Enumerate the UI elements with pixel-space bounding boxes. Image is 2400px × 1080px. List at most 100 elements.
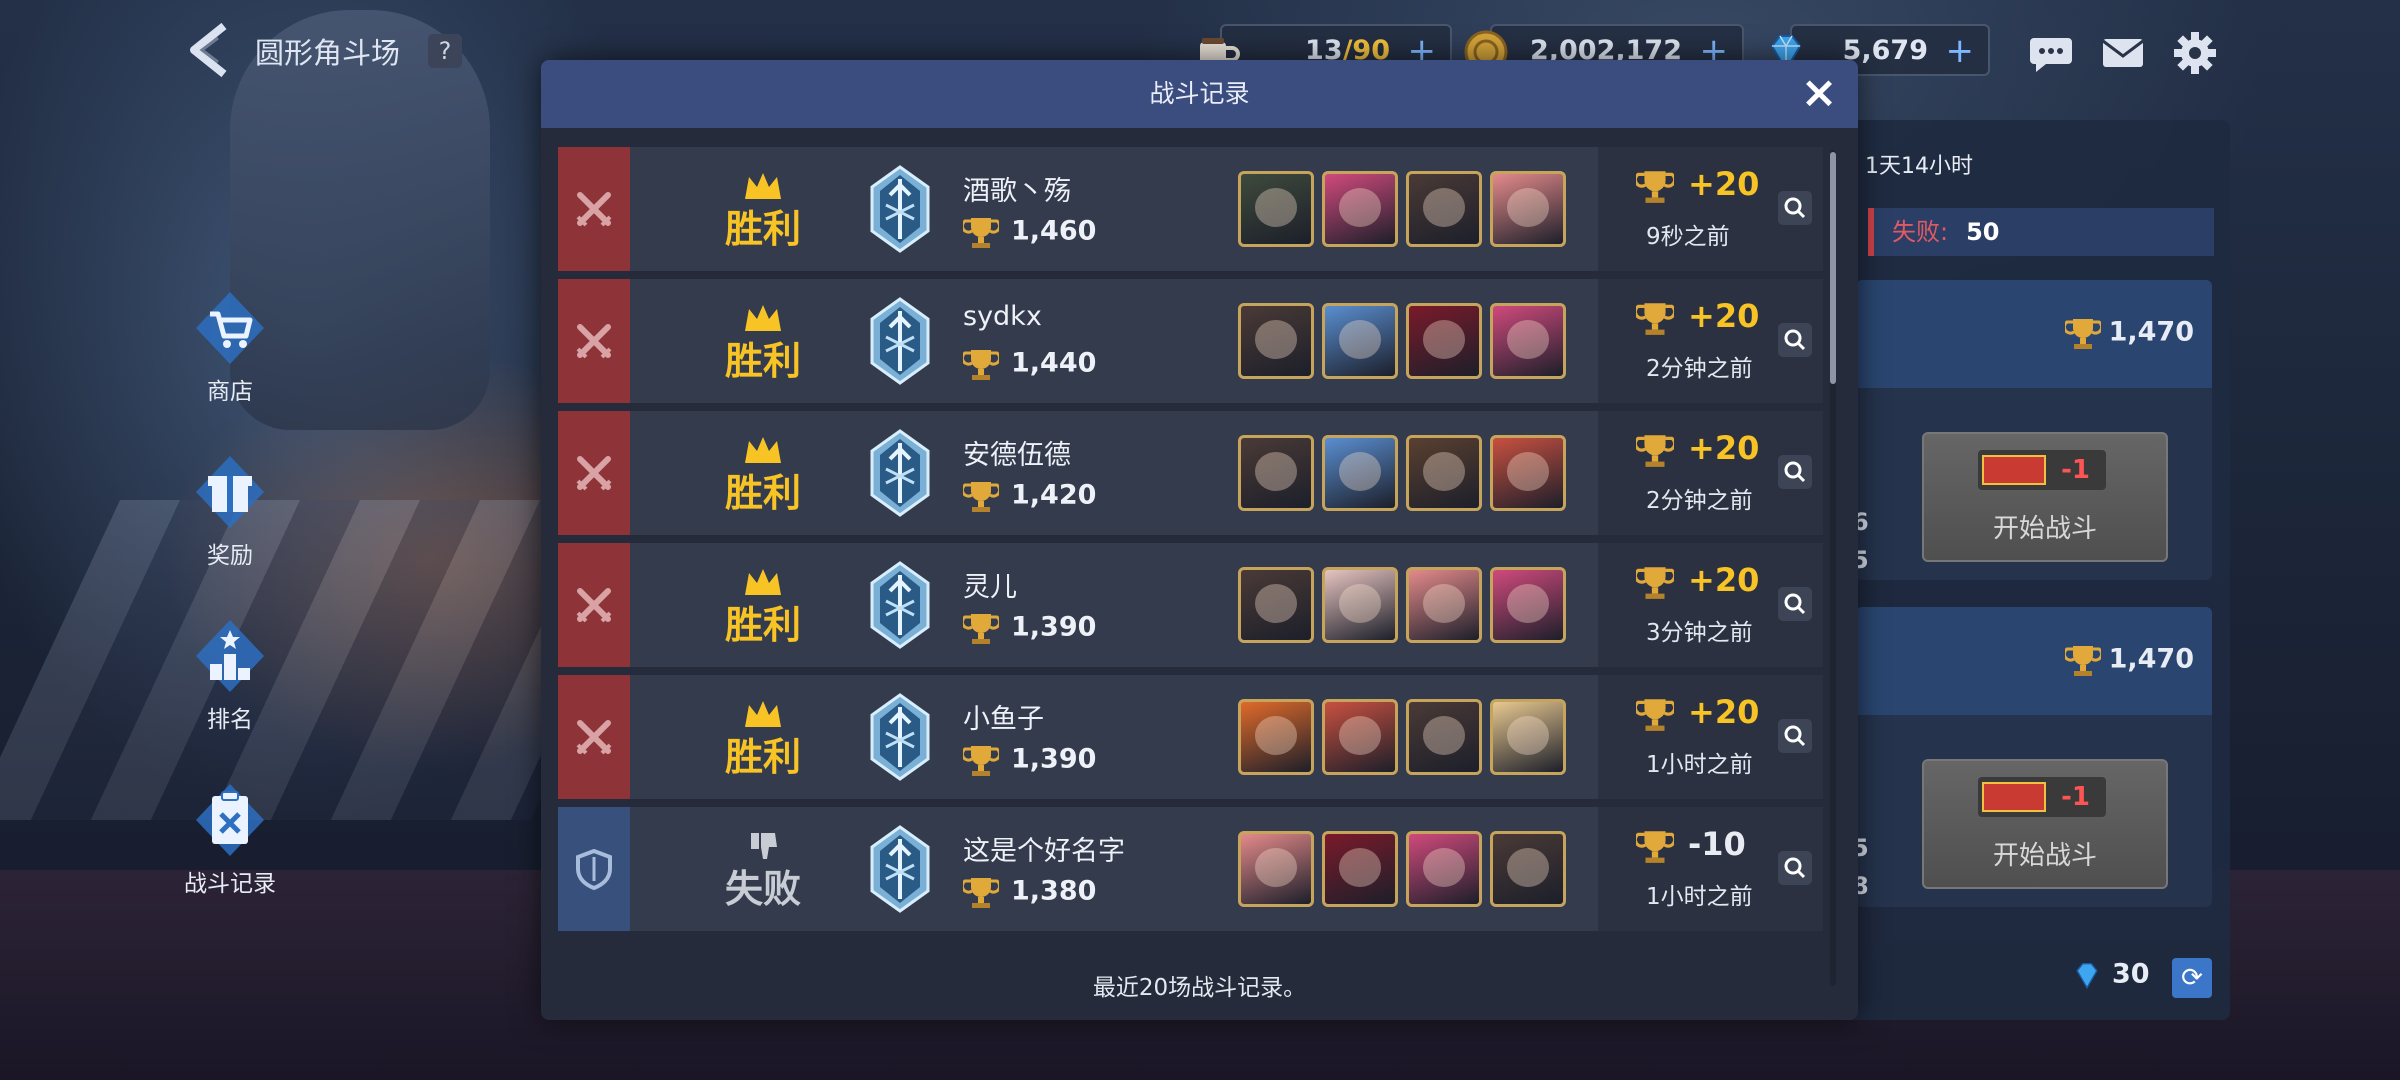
crown-icon	[745, 437, 781, 463]
start-battle-label: 开始战斗	[1992, 514, 2097, 544]
battle-time: 1小时之前	[1646, 884, 1753, 910]
add-gems-button[interactable]: +	[1946, 26, 1975, 76]
crown-icon	[745, 305, 781, 331]
opponent-trophy-score: 1,440	[960, 347, 1097, 381]
score-change-cell: +20 1小时之前	[1598, 675, 1823, 799]
magnifier-icon	[1784, 593, 1806, 615]
ticket-cost: -1	[1978, 450, 2106, 490]
start-battle-button[interactable]: -1 开始战斗	[1922, 759, 2168, 889]
view-details-button[interactable]	[1778, 455, 1812, 489]
battle-record-row: 胜利 sydkx 1,440 +20 2分钟之前	[558, 279, 1823, 403]
refresh-icon: ⟳	[2181, 963, 2203, 993]
crossed-swords-icon	[576, 324, 612, 359]
battle-time: 9秒之前	[1646, 224, 1730, 250]
rank-badge-icon	[870, 429, 930, 517]
hero-portrait	[1322, 435, 1398, 511]
magnifier-icon	[1784, 197, 1806, 219]
trophy-icon	[960, 482, 1002, 512]
battle-record-row: 胜利 安德伍德 1,420 +20 2分钟之前	[558, 411, 1823, 535]
hero-portrait	[1238, 831, 1314, 907]
view-details-button[interactable]	[1778, 323, 1812, 357]
outcome-strip	[558, 147, 630, 271]
rank-badge-icon	[870, 693, 930, 781]
rank-badge-icon	[870, 165, 930, 253]
trophy-change: +20	[1633, 561, 1759, 600]
help-button[interactable]: ?	[428, 34, 462, 68]
trophy-icon	[2062, 646, 2103, 676]
opponent-trophy-score: 1,420	[960, 479, 1096, 513]
nav-rewards[interactable]: 奖励	[170, 452, 290, 570]
battle-record-row: 胜利 酒歌丶殇 1,460 +20 9秒之前	[558, 147, 1823, 271]
opponent-score-value: 1,470	[2108, 316, 2194, 348]
mail-icon[interactable]	[2100, 30, 2146, 76]
battle-result: 胜利	[673, 169, 853, 251]
nav-shop[interactable]: 商店	[170, 288, 290, 406]
trophy-icon	[960, 218, 1002, 248]
opponent-score-value: 1,390	[1011, 611, 1097, 643]
hero-portrait	[1490, 171, 1566, 247]
trophy-change-value: +20	[1688, 297, 1760, 335]
view-details-button[interactable]	[1778, 587, 1812, 621]
nav-ranking[interactable]: 排名	[170, 616, 290, 734]
cart-icon	[190, 288, 270, 368]
page-title: 圆形角斗场	[255, 36, 401, 70]
nav-shop-label: 商店	[207, 379, 253, 405]
opponent-score-value: 1,440	[1011, 347, 1097, 379]
shield-icon	[576, 848, 612, 891]
battle-record-row: 胜利 灵儿 1,390 +20 3分钟之前	[558, 543, 1823, 667]
diamond-icon	[2076, 962, 2098, 990]
ticket-icon	[1982, 782, 2046, 812]
battle-log-list[interactable]: 胜利 酒歌丶殇 1,460 +20 9秒之前 胜利 sydkx 1,440 +2…	[558, 147, 1823, 985]
battle-time: 1小时之前	[1646, 752, 1753, 778]
opponent-name: sydkx	[963, 301, 1042, 332]
trophy-icon	[1633, 567, 1677, 599]
opponent-score-value: 1,380	[1011, 875, 1097, 907]
ticket-cost-value: -1	[2061, 455, 2090, 485]
settings-gear-icon[interactable]	[2172, 30, 2218, 76]
podium-icon	[190, 616, 270, 696]
crossed-swords-icon	[576, 588, 612, 623]
trophy-change: +20	[1633, 297, 1760, 336]
chat-icon[interactable]	[2028, 30, 2074, 76]
outcome-strip	[558, 411, 630, 535]
battle-time: 2分钟之前	[1646, 488, 1753, 514]
magnifier-icon	[1784, 461, 1806, 483]
view-details-button[interactable]	[1778, 719, 1812, 753]
trophy-change: +20	[1633, 693, 1760, 732]
opponent-score-value: 1,470	[2108, 643, 2194, 675]
start-battle-button[interactable]: -1 开始战斗	[1922, 432, 2168, 562]
loss-count: 失败: 50	[1868, 208, 2214, 256]
opponent-score: 1,470	[2062, 643, 2194, 677]
nav-rewards-label: 奖励	[207, 543, 253, 569]
hero-portrait	[1490, 435, 1566, 511]
battle-time: 3分钟之前	[1646, 620, 1753, 646]
result-text: 胜利	[724, 471, 801, 515]
view-details-button[interactable]	[1778, 851, 1812, 885]
trophy-icon	[960, 614, 1002, 644]
nav-battle-log[interactable]: 战斗记录	[170, 780, 290, 898]
crown-icon	[745, 173, 781, 199]
scrollbar-thumb[interactable]	[1830, 152, 1836, 384]
trophy-change-value: +20	[1688, 693, 1760, 731]
result-text: 失败	[724, 867, 801, 911]
hero-portrait	[1238, 567, 1314, 643]
back-button[interactable]	[182, 20, 242, 80]
battle-log-dialog: 战斗记录 × 胜利 酒歌丶殇 1,460 +20 9秒之前 胜利 sydkx 1…	[541, 60, 1858, 1020]
crossed-swords-icon	[576, 720, 612, 755]
opponent-trophy-score: 1,460	[960, 215, 1096, 249]
trophy-icon	[960, 878, 1002, 908]
rank-badge-icon	[870, 297, 930, 385]
close-button[interactable]: ×	[1798, 71, 1840, 115]
nav-battle-log-label: 战斗记录	[184, 871, 276, 897]
hero-portrait	[1238, 303, 1314, 379]
view-details-button[interactable]	[1778, 191, 1812, 225]
refresh-cost: 30	[2070, 958, 2150, 992]
score-change-cell: +20 3分钟之前	[1598, 543, 1823, 667]
trophy-change: +20	[1633, 429, 1759, 468]
hero-portrait	[1490, 831, 1566, 907]
battle-record-row: 胜利 小鱼子 1,390 +20 1小时之前	[558, 675, 1823, 799]
opponent-score: 1,470	[2062, 316, 2194, 350]
hero-portrait	[1406, 303, 1482, 379]
refresh-button[interactable]: ⟳	[2172, 958, 2212, 998]
crown-icon	[745, 569, 781, 595]
